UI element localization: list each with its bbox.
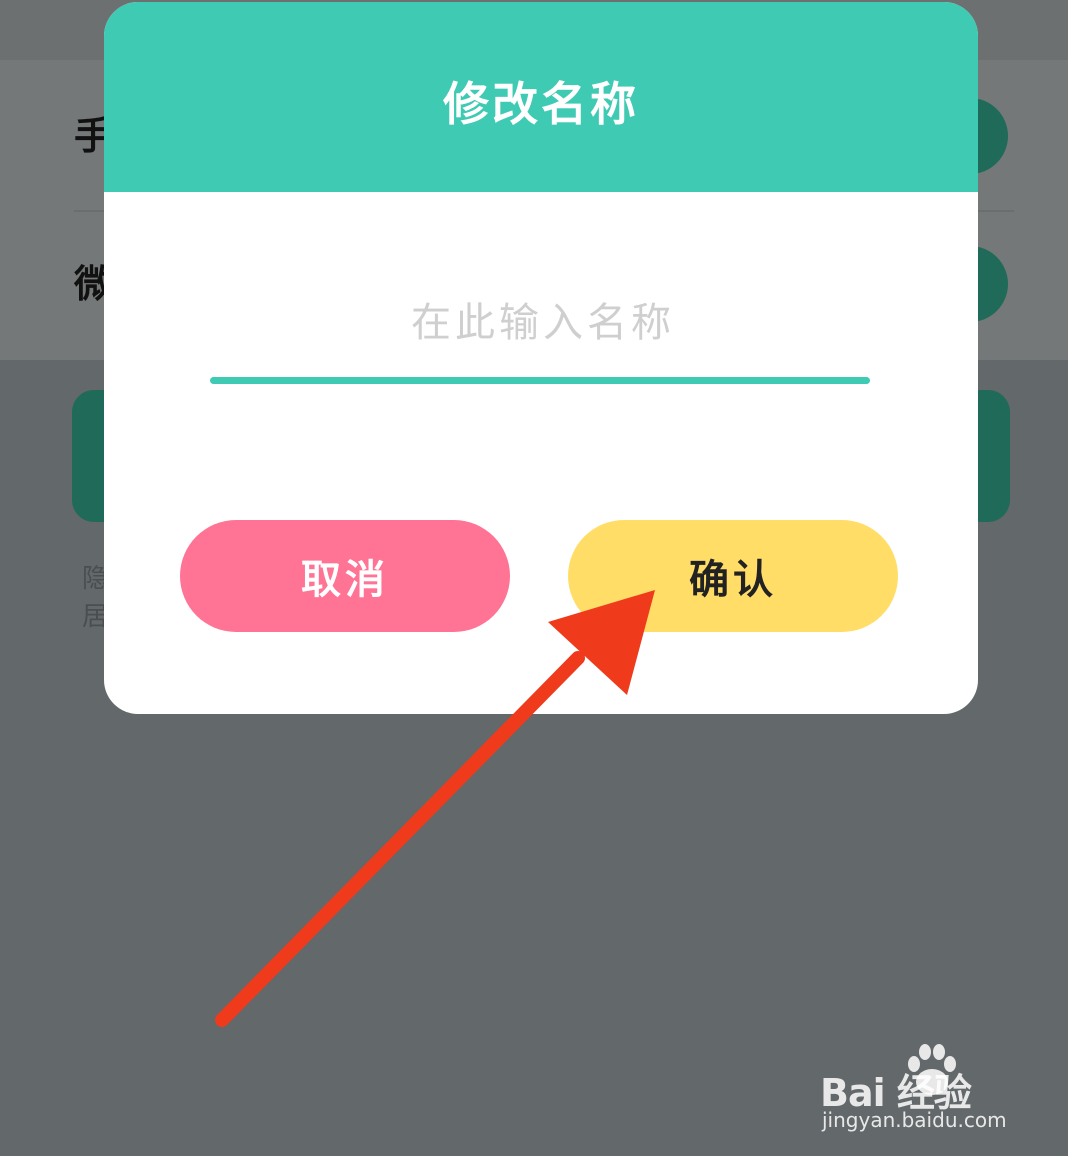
- dialog-header: 修改名称: [104, 2, 978, 192]
- input-underline: [210, 377, 870, 384]
- confirm-button[interactable]: 确认: [568, 520, 898, 632]
- name-input[interactable]: [210, 284, 876, 362]
- rename-dialog: 修改名称 取消 确认: [104, 2, 978, 714]
- cancel-button[interactable]: 取消: [180, 520, 510, 632]
- dialog-title: 修改名称: [443, 77, 639, 131]
